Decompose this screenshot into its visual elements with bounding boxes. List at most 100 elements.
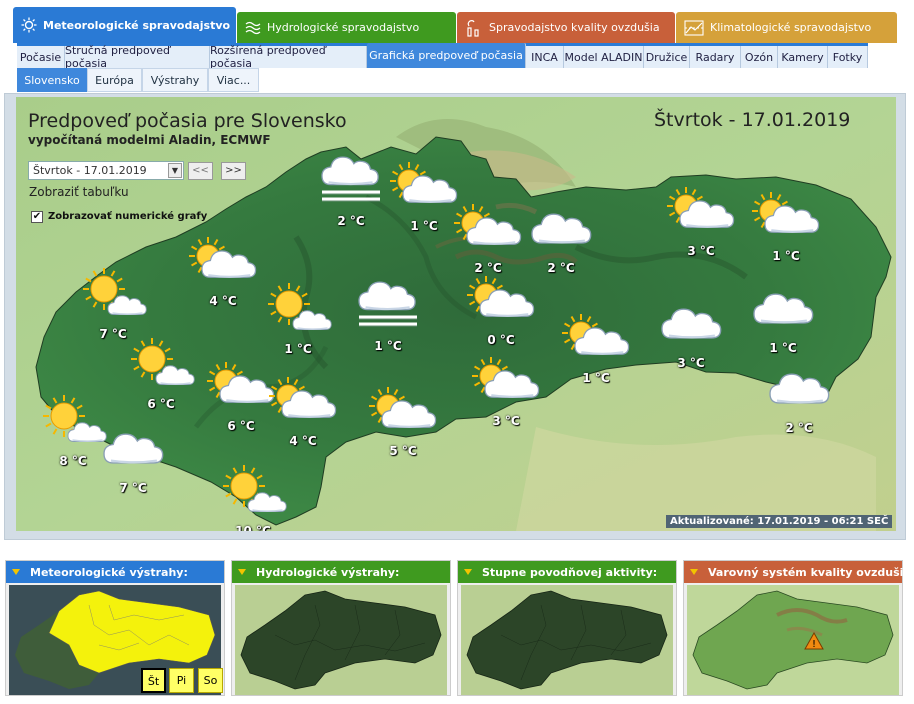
hydro-warnings-map[interactable]	[235, 585, 447, 695]
weather-forecast-item[interactable]: 5 °C	[368, 382, 438, 464]
subtab-graficka[interactable]: Grafická predpoveď počasia	[367, 43, 526, 68]
weather-forecast-item[interactable]: 3 °C	[471, 352, 541, 434]
temperature-label: 1 °C	[772, 249, 800, 263]
temperature-label: 4 °C	[289, 434, 317, 448]
waves-icon	[245, 21, 261, 34]
numeric-graphs-label: Zobrazovať numerické grafy	[48, 211, 208, 222]
temperature-label: 1 °C	[769, 341, 797, 355]
weather-forecast-item[interactable]: 2 °C	[764, 359, 834, 441]
subtab-kamery[interactable]: Kamery	[778, 46, 828, 68]
temperature-label: 1 °C	[284, 342, 312, 356]
subtab-rozsirena[interactable]: Rozšírená predpoveď počasia	[210, 44, 367, 70]
weather-forecast-item[interactable]: 6 °C	[206, 357, 276, 439]
next-day-button[interactable]: >>	[221, 162, 246, 180]
day-select-value: Štvrtok - 17.01.2019	[33, 164, 147, 177]
main-tabs: Meteorologické spravodajstvo Hydrologick…	[13, 7, 897, 43]
forecast-subtabs: Počasie Stručná predpoveď počasia Rozšír…	[17, 43, 868, 70]
tab-climatology-label: Klimatologické spravodajstvo	[710, 21, 872, 34]
temperature-label: 0 °C	[487, 333, 515, 347]
weather-forecast-item[interactable]: 2 °C	[316, 152, 386, 234]
weather-forecast-item[interactable]: 1 °C	[389, 157, 459, 239]
day-select[interactable]: Štvrtok - 17.01.2019 ▼	[28, 161, 184, 180]
weather-forecast-item[interactable]: 2 °C	[453, 199, 523, 281]
tab-air-quality[interactable]: Spravodajstvo kvality ovzdušia	[457, 12, 675, 43]
panel-flood-title: Stupne povodňovej aktivity:	[482, 565, 658, 579]
show-table-link[interactable]: Zobraziť tabuľku	[29, 185, 129, 199]
temperature-label: 6 °C	[227, 419, 255, 433]
subtab-druzice[interactable]: Družice	[644, 46, 690, 68]
svg-text:!: !	[812, 639, 816, 650]
flood-activity-map[interactable]	[461, 585, 673, 695]
subtab-ozon[interactable]: Ozón	[741, 46, 778, 68]
air-quality-map-image: !	[687, 585, 899, 695]
temperature-label: 1 °C	[410, 219, 438, 233]
forecast-map-frame: Predpoveď počasia pre Slovensko vypočíta…	[4, 93, 906, 540]
subtab-pocasie[interactable]: Počasie	[17, 46, 65, 68]
temperature-label: 4 °C	[209, 294, 237, 308]
weather-forecast-item[interactable]: 0 °C	[466, 271, 536, 353]
weather-forecast-item[interactable]: 6 °C	[126, 335, 196, 417]
numeric-graphs-checkbox[interactable]: ✔	[31, 211, 43, 223]
page-subtitle: vypočítaná modelmi Aladin, ECMWF	[28, 133, 271, 147]
weather-forecast-item[interactable]: 1 °C	[353, 277, 423, 359]
weather-forecast-item[interactable]: 2 °C	[526, 199, 596, 281]
temperature-label: 3 °C	[677, 356, 705, 370]
subtab-fotky[interactable]: Fotky	[828, 46, 868, 68]
weather-forecast-item[interactable]: 3 °C	[656, 294, 726, 376]
weather-forecast-item[interactable]: 4 °C	[268, 372, 338, 454]
temperature-label: 2 °C	[547, 261, 575, 275]
temperature-label: 1 °C	[582, 371, 610, 385]
triangle-icon	[690, 569, 698, 575]
subtab-slovensko[interactable]: Slovensko	[17, 68, 87, 92]
temperature-label: 3 °C	[492, 414, 520, 428]
subtab-europa[interactable]: Európa	[87, 68, 142, 92]
tab-meteorology[interactable]: Meteorologické spravodajstvo	[13, 7, 236, 43]
sun-icon	[21, 17, 37, 33]
weather-forecast-item[interactable]: 4 °C	[188, 232, 258, 314]
panel-hydro-warnings[interactable]: Hydrologické výstrahy:	[231, 560, 451, 696]
tab-meteorology-label: Meteorologické spravodajstvo	[43, 18, 231, 32]
triangle-icon	[238, 569, 246, 575]
temperature-label: 5 °C	[389, 444, 417, 458]
subtab-strucna[interactable]: Stručná predpoveď počasia	[65, 44, 210, 70]
panel-meteo-header: Meteorologické výstrahy:	[6, 561, 224, 583]
tab-hydrology-label: Hydrologické spravodajstvo	[267, 21, 420, 34]
tab-hydrology[interactable]: Hydrologické spravodajstvo	[237, 12, 456, 43]
weather-forecast-item[interactable]: 3 °C	[666, 182, 736, 264]
temperature-label: 7 °C	[119, 481, 147, 495]
panel-flood-activity[interactable]: Stupne povodňovej aktivity:	[457, 560, 677, 696]
warning-day-friday[interactable]: Pi	[169, 668, 194, 693]
warning-day-saturday[interactable]: So	[198, 668, 223, 693]
subtab-aladin[interactable]: Model ALADIN	[564, 46, 644, 68]
temperature-label: 2 °C	[785, 421, 813, 435]
panel-meteo-warnings[interactable]: Meteorologické výstrahy: Št Pi So	[5, 560, 225, 696]
weather-forecast-item[interactable]: 1 °C	[263, 280, 333, 362]
panel-air-header: Varovný systém kvality ovzdušia:	[684, 561, 914, 583]
subtab-inca[interactable]: INCA	[526, 46, 564, 68]
subtab-viac[interactable]: Viac...	[208, 68, 259, 92]
panel-air-quality[interactable]: Varovný systém kvality ovzdušia: !	[683, 560, 914, 696]
temperature-label: 3 °C	[687, 244, 715, 258]
weather-forecast-item[interactable]: 1 °C	[748, 279, 818, 361]
air-quality-map[interactable]: !	[687, 585, 899, 695]
climate-icon	[684, 19, 704, 36]
weather-forecast-item[interactable]: 10 °C	[218, 462, 288, 531]
panel-hydro-header: Hydrologické výstrahy:	[232, 561, 450, 583]
subtab-radary[interactable]: Radary	[690, 46, 741, 68]
temperature-label: 10 °C	[235, 524, 271, 531]
updated-timestamp: Aktualizované: 17.01.2019 - 06:21 SEČ	[666, 515, 893, 528]
subtab-vystrahy[interactable]: Výstrahy	[142, 68, 208, 92]
weather-forecast-item[interactable]: 1 °C	[751, 187, 821, 269]
tab-air-quality-label: Spravodajstvo kvality ovzdušia	[489, 21, 660, 34]
weather-forecast-item[interactable]: 1 °C	[561, 309, 631, 391]
weather-forecast-item[interactable]: 7 °C	[98, 419, 168, 501]
panel-meteo-title: Meteorologické výstrahy:	[30, 565, 188, 579]
prev-day-button[interactable]: <<	[188, 162, 213, 180]
triangle-icon	[12, 569, 20, 575]
tab-climatology[interactable]: Klimatologické spravodajstvo	[676, 12, 897, 43]
forecast-map: Predpoveď počasia pre Slovensko vypočíta…	[16, 97, 896, 531]
forecast-date: Štvrtok - 17.01.2019	[654, 109, 851, 131]
temperature-label: 2 °C	[337, 214, 365, 228]
page-title: Predpoveď počasia pre Slovensko	[28, 110, 347, 132]
warning-day-thursday[interactable]: Št	[141, 668, 166, 693]
